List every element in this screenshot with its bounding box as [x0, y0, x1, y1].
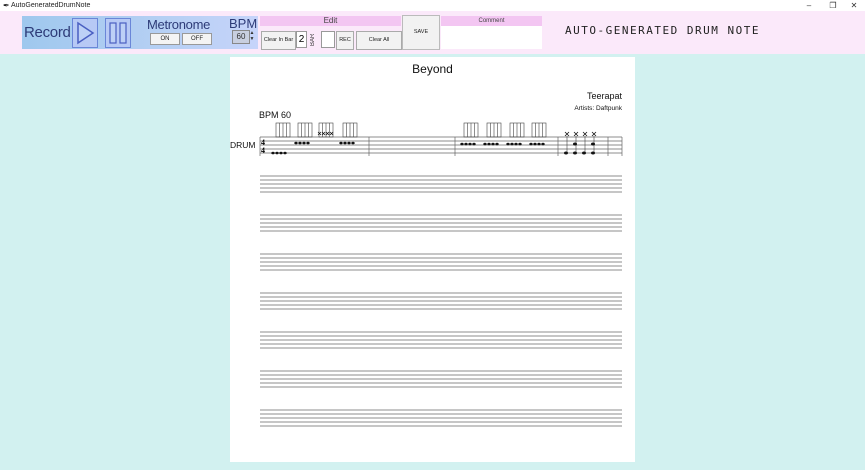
toolbar: Record Metronome ON OFF BPM 60 ▲ ▼ Edit C… [0, 11, 865, 54]
staff-row-2 [260, 175, 622, 193]
rec-button[interactable]: REC [336, 31, 354, 50]
clear-all-button[interactable]: Clear All [356, 31, 402, 50]
bar-number-input[interactable]: 2 [296, 31, 307, 48]
bpm-label: BPM [229, 16, 258, 31]
metronome-on-button[interactable]: ON [150, 33, 180, 45]
maximize-button[interactable]: ❐ [822, 0, 844, 11]
close-button[interactable]: ✕ [843, 0, 865, 11]
bar-4-hihat-x [564, 131, 597, 137]
bar-1-note-heads [271, 141, 355, 155]
play-button[interactable] [72, 18, 98, 48]
drum-notation: 4 4 [259, 122, 623, 427]
record-button[interactable]: Record [24, 24, 71, 41]
staff-row-8 [260, 409, 622, 427]
pause-icon [109, 22, 127, 44]
app-feather-icon: ✒ [3, 1, 10, 10]
sheet-page: Beyond Teerapat Artists: Daftpunk BPM 60… [230, 57, 635, 462]
time-signature-bottom: 4 [261, 146, 265, 155]
empty-staff-rows [260, 175, 622, 427]
bpm-spinner[interactable]: ▲ ▼ [249, 30, 255, 42]
window-titlebar: ✒ AutoGeneratedDrumNote – ❐ ✕ [0, 0, 865, 11]
play-icon [77, 21, 95, 45]
metronome-off-button[interactable]: OFF [182, 33, 212, 45]
bpm-input[interactable]: 60 [232, 30, 250, 44]
bar-3-notes [463, 122, 547, 138]
bar-1-notes [275, 122, 358, 138]
staff-row-4 [260, 253, 622, 271]
staff-row-7 [260, 370, 622, 388]
minimize-button[interactable]: – [798, 0, 820, 11]
staff-row-5 [260, 292, 622, 310]
bar-4-stems [566, 136, 595, 153]
pause-button[interactable] [105, 18, 131, 48]
bar-select-box[interactable] [321, 31, 335, 48]
bar-label: BAR [310, 33, 316, 46]
window-title: AutoGeneratedDrumNote [11, 2, 91, 9]
save-button[interactable]: SAVE [402, 15, 440, 50]
edit-header: Edit [260, 16, 401, 26]
app-title: AUTO-GENERATED DRUM NOTE [565, 24, 760, 37]
staff-row-3 [260, 214, 622, 232]
comment-header: Comment [441, 16, 542, 26]
clear-in-bar-button[interactable]: Clear In Bar [261, 31, 296, 50]
staff-row-6 [260, 331, 622, 349]
bar-1-hihat-x [317, 131, 334, 136]
comment-input[interactable] [441, 26, 542, 49]
metronome-label: Metronome [147, 17, 211, 32]
